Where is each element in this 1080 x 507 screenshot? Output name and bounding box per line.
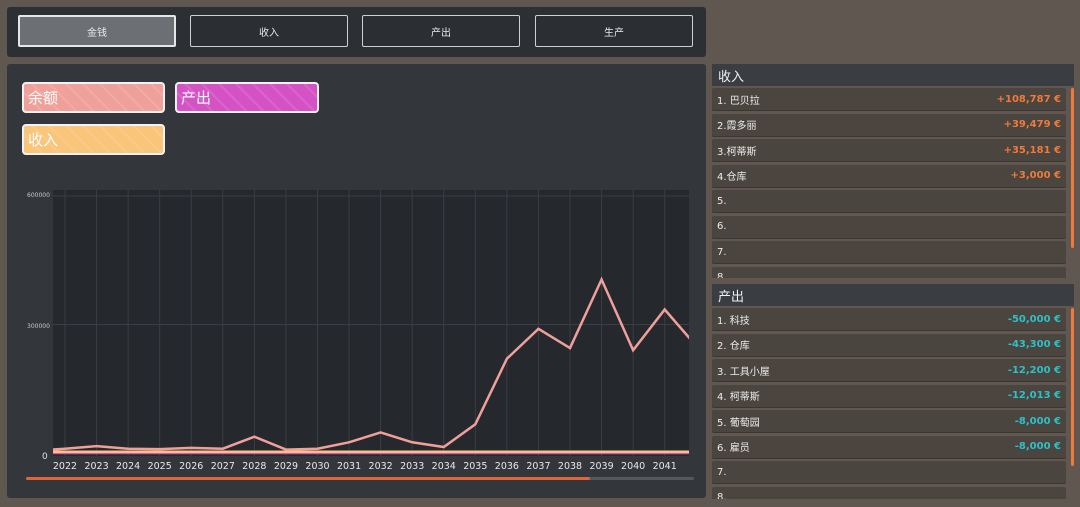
- income-panel-title: 收入: [712, 64, 1074, 86]
- output-row[interactable]: 2. 仓库 -43,300 €: [712, 333, 1066, 356]
- income-row-label: 4.仓库: [717, 172, 747, 183]
- output-row-label: 2. 仓库: [717, 341, 750, 352]
- output-row-value: -50,000 €: [1007, 313, 1061, 325]
- output-row-label: 4. 柯蒂斯: [717, 392, 760, 403]
- x-tick-label: 2041: [652, 461, 677, 472]
- income-row-value: +3,000 €: [1010, 170, 1061, 181]
- income-row-label: 6.: [717, 221, 727, 232]
- output-row-value: -43,300 €: [1007, 339, 1061, 350]
- output-row-label: 1. 科技: [717, 315, 750, 327]
- income-row[interactable]: 4.仓库 +3,000 €: [712, 164, 1066, 187]
- income-row-label: 1. 巴贝拉: [717, 95, 760, 107]
- income-row-label: 2.霞多丽: [717, 121, 757, 132]
- output-row-value: -8,000 €: [1014, 415, 1061, 427]
- output-row-value: -12,013 €: [1007, 390, 1061, 401]
- income-row[interactable]: 2.霞多丽 +39,479 €: [712, 113, 1066, 136]
- output-list: 1. 科技 -50,000 € 2. 仓库 -43,300 € 3. 工具小屋 -12,2…: [712, 308, 1074, 499]
- output-row-label: 8.: [717, 492, 727, 499]
- output-row[interactable]: 3. 工具小屋 -12,200 €: [712, 359, 1066, 381]
- income-row[interactable]: 6.: [712, 215, 1066, 238]
- legend-balance-button[interactable]: 余额: [22, 82, 165, 113]
- output-row-label: 5. 葡萄园: [717, 417, 760, 429]
- tab-production[interactable]: 生产: [535, 15, 693, 47]
- income-row-label: 8.: [717, 272, 727, 278]
- legend-income-button[interactable]: 收入: [22, 124, 165, 155]
- income-row[interactable]: 1. 巴贝拉 +108,787 €: [712, 88, 1066, 110]
- y-tick-label: 300000: [27, 323, 50, 330]
- legend-income-label: 收入: [28, 131, 59, 149]
- tab-output[interactable]: 产出: [362, 15, 520, 47]
- output-scrollbar[interactable]: [1071, 308, 1074, 466]
- line-chart-plot: [33, 190, 698, 456]
- legend-output-label: 产出: [181, 89, 212, 107]
- output-row-label: 3. 工具小屋: [717, 366, 770, 378]
- tab-income[interactable]: 收入: [190, 15, 348, 47]
- income-row-label: 5.: [717, 195, 727, 207]
- output-row[interactable]: 8.: [712, 486, 1066, 499]
- top-tab-bar: 金钱 收入 产出 生产: [7, 7, 706, 57]
- output-row[interactable]: 5. 葡萄园 -8,000 €: [712, 410, 1066, 432]
- legend-output-button[interactable]: 产出: [175, 82, 319, 113]
- output-row-label: 6. 雇员: [717, 443, 750, 454]
- income-row[interactable]: 5.: [712, 190, 1066, 212]
- series-line-余额: [33, 276, 698, 453]
- income-row-value: +39,479 €: [1003, 119, 1061, 130]
- tab-money[interactable]: 金钱: [18, 15, 176, 47]
- income-row[interactable]: 7.: [712, 241, 1066, 263]
- chart-panel: 余额 产出 收入 600000 300000 0 2022 2023 2024 202…: [7, 64, 706, 498]
- legend-balance-label: 余额: [28, 89, 59, 107]
- output-row[interactable]: 7.: [712, 461, 1066, 483]
- income-row-label: 3.柯蒂斯: [717, 146, 757, 158]
- output-row-value: -8,000 €: [1014, 441, 1061, 452]
- output-row[interactable]: 6. 雇员 -8,000 €: [712, 435, 1066, 458]
- output-row[interactable]: 1. 科技 -50,000 €: [712, 308, 1066, 330]
- income-row[interactable]: 8.: [712, 266, 1066, 278]
- income-row-value: +35,181 €: [1003, 144, 1061, 156]
- output-row[interactable]: 4. 柯蒂斯 -12,013 €: [712, 384, 1066, 407]
- chart-scroll-thumb[interactable]: [26, 477, 590, 480]
- output-panel-title: 产出: [712, 284, 1074, 306]
- y-tick-label: 600000: [27, 192, 50, 199]
- income-list: 1. 巴贝拉 +108,787 € 2.霞多丽 +39,479 € 3.柯蒂斯 +35,1…: [712, 88, 1074, 278]
- line-chart-svg: [33, 190, 698, 456]
- income-row-label: 7.: [717, 246, 727, 258]
- output-row-value: -12,200 €: [1007, 364, 1061, 376]
- output-row-label: 7.: [717, 466, 727, 478]
- income-row[interactable]: 3.柯蒂斯 +35,181 €: [712, 139, 1066, 161]
- income-scrollbar[interactable]: [1071, 88, 1074, 248]
- income-row-value: +108,787 €: [996, 93, 1061, 105]
